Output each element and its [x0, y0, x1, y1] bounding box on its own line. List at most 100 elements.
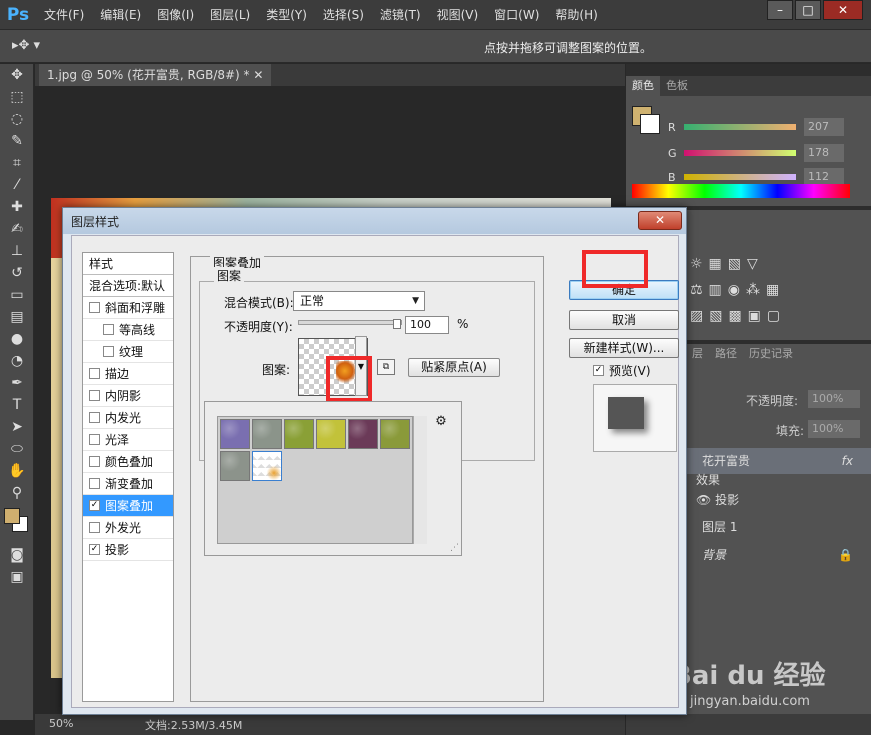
- style-checkbox[interactable]: [89, 544, 100, 555]
- pattern-tile-gray-stone[interactable]: [220, 451, 250, 481]
- style-item[interactable]: 纹理: [83, 341, 173, 363]
- move-tool-icon[interactable]: ▸✥ ▾: [12, 38, 40, 53]
- zoom-tool-icon[interactable]: ⚲: [0, 482, 34, 504]
- r-slider[interactable]: [684, 124, 796, 130]
- style-item[interactable]: 等高线: [83, 319, 173, 341]
- style-item[interactable]: 描边: [83, 363, 173, 385]
- close-window-button[interactable]: ✕: [823, 0, 863, 20]
- style-checkbox[interactable]: [89, 434, 100, 445]
- adjustment-icons-row-2[interactable]: ⚖▥◉⁂▦: [690, 282, 785, 298]
- g-value[interactable]: 178: [804, 144, 844, 162]
- style-checkbox[interactable]: [89, 302, 100, 313]
- tab-color[interactable]: 颜色: [626, 76, 660, 96]
- style-checkbox[interactable]: [89, 500, 100, 511]
- dodge-tool-icon[interactable]: ◔: [0, 350, 34, 372]
- eyedropper-tool-icon[interactable]: ⁄: [0, 174, 34, 196]
- quick-mask-icon[interactable]: ◙: [0, 544, 34, 566]
- pattern-tile-green-leaves[interactable]: [284, 419, 314, 449]
- layer-effects-row[interactable]: 效果: [686, 470, 871, 490]
- preview-checkbox[interactable]: 预览(V): [593, 362, 651, 379]
- style-checkbox[interactable]: [89, 522, 100, 533]
- style-checkbox[interactable]: [89, 412, 100, 423]
- dialog-title-bar[interactable]: 图层样式 ✕: [63, 208, 686, 234]
- opacity-slider-thumb[interactable]: [393, 319, 401, 329]
- menu-filter[interactable]: 滤镜(T): [372, 0, 429, 30]
- color-spectrum[interactable]: [632, 184, 850, 198]
- style-checkbox[interactable]: [89, 390, 100, 401]
- pattern-grid-scrollbar[interactable]: [413, 416, 427, 544]
- blur-tool-icon[interactable]: ●: [0, 328, 34, 350]
- opacity-slider[interactable]: [298, 319, 402, 329]
- menu-file[interactable]: 文件(F): [36, 0, 92, 30]
- adjustment-icons-row-3[interactable]: ▨▧▩▣▢: [690, 308, 786, 324]
- hand-tool-icon[interactable]: ✋: [0, 460, 34, 482]
- menu-type[interactable]: 类型(Y): [258, 0, 315, 30]
- move-tool-icon[interactable]: ✥: [0, 64, 34, 86]
- dialog-close-button[interactable]: ✕: [638, 211, 682, 230]
- new-preset-icon[interactable]: ⧉: [377, 359, 395, 375]
- snap-to-origin-button[interactable]: 贴紧原点(A): [408, 358, 500, 377]
- type-tool-icon[interactable]: T: [0, 394, 34, 416]
- healing-brush-icon[interactable]: ✚: [0, 196, 34, 218]
- style-item[interactable]: 图案叠加: [83, 495, 173, 517]
- styles-header[interactable]: 样式: [83, 253, 173, 275]
- marquee-tool-icon[interactable]: ⬚: [0, 86, 34, 108]
- menu-layer[interactable]: 图层(L): [202, 0, 258, 30]
- style-item[interactable]: 内阴影: [83, 385, 173, 407]
- style-item[interactable]: 外发光: [83, 517, 173, 539]
- cancel-button[interactable]: 取消: [569, 310, 679, 330]
- layer-fill-value[interactable]: 100%: [808, 420, 860, 438]
- menu-image[interactable]: 图像(I): [149, 0, 202, 30]
- menu-select[interactable]: 选择(S): [315, 0, 372, 30]
- gear-icon[interactable]: ⚙: [433, 414, 449, 430]
- gradient-tool-icon[interactable]: ▤: [0, 306, 34, 328]
- layer-row[interactable]: 图层 1: [686, 514, 871, 540]
- style-item[interactable]: 光泽: [83, 429, 173, 451]
- style-item[interactable]: 颜色叠加: [83, 451, 173, 473]
- style-item[interactable]: 渐变叠加: [83, 473, 173, 495]
- pattern-tile-yellow-leaves[interactable]: [316, 419, 346, 449]
- style-checkbox[interactable]: [89, 478, 100, 489]
- blend-mode-select[interactable]: 正常 ▼: [293, 291, 425, 311]
- style-checkbox[interactable]: [103, 346, 114, 357]
- new-style-button[interactable]: 新建样式(W)...: [569, 338, 679, 358]
- layer-opacity-value[interactable]: 100%: [808, 390, 860, 408]
- style-item[interactable]: 斜面和浮雕: [83, 297, 173, 319]
- r-value[interactable]: 207: [804, 118, 844, 136]
- close-tab-icon[interactable]: ✕: [253, 68, 263, 82]
- minimize-button[interactable]: –: [767, 0, 793, 20]
- screen-mode-icon[interactable]: ▣: [0, 566, 34, 588]
- pattern-tile-flower-pattern[interactable]: [252, 451, 282, 481]
- pattern-tile-olive-grass[interactable]: [380, 419, 410, 449]
- adjustment-icons-row-1[interactable]: ☼▦▧▽: [690, 256, 764, 272]
- stamp-tool-icon[interactable]: ⊥: [0, 240, 34, 262]
- maximize-button[interactable]: □: [795, 0, 821, 20]
- b-slider[interactable]: [684, 174, 796, 180]
- pen-tool-icon[interactable]: ✒: [0, 372, 34, 394]
- document-tab[interactable]: 1.jpg @ 50% (花开富贵, RGB/8#) * ✕: [39, 64, 272, 86]
- pattern-tile-purple-berries[interactable]: [348, 419, 378, 449]
- style-checkbox[interactable]: [89, 456, 100, 467]
- panel-bg-swatch[interactable]: [640, 114, 660, 134]
- tab-history[interactable]: 历史记录: [743, 344, 799, 364]
- foreground-color-swatch[interactable]: [4, 508, 20, 524]
- menu-help[interactable]: 帮助(H): [547, 0, 605, 30]
- style-checkbox[interactable]: [103, 324, 114, 335]
- tab-paths[interactable]: 路径: [709, 344, 743, 364]
- resize-grip-icon[interactable]: ⋰: [450, 543, 459, 553]
- menu-view[interactable]: 视图(V): [429, 0, 487, 30]
- tab-layers[interactable]: 层: [686, 344, 709, 364]
- g-slider[interactable]: [684, 150, 796, 156]
- path-select-icon[interactable]: ➤: [0, 416, 34, 438]
- layer-row-background[interactable]: 背景 🔒: [686, 542, 871, 568]
- shape-tool-icon[interactable]: ⬭: [0, 438, 34, 460]
- style-item[interactable]: 内发光: [83, 407, 173, 429]
- menu-edit[interactable]: 编辑(E): [92, 0, 149, 30]
- style-item[interactable]: 投影: [83, 539, 173, 561]
- quick-select-tool-icon[interactable]: ✎: [0, 130, 34, 152]
- zoom-level[interactable]: 50%: [49, 717, 73, 730]
- color-swatches[interactable]: [0, 504, 33, 544]
- style-checkbox[interactable]: [89, 368, 100, 379]
- layer-effect-shadow-row[interactable]: 👁 投影: [686, 490, 871, 510]
- brush-tool-icon[interactable]: ✍: [0, 218, 34, 240]
